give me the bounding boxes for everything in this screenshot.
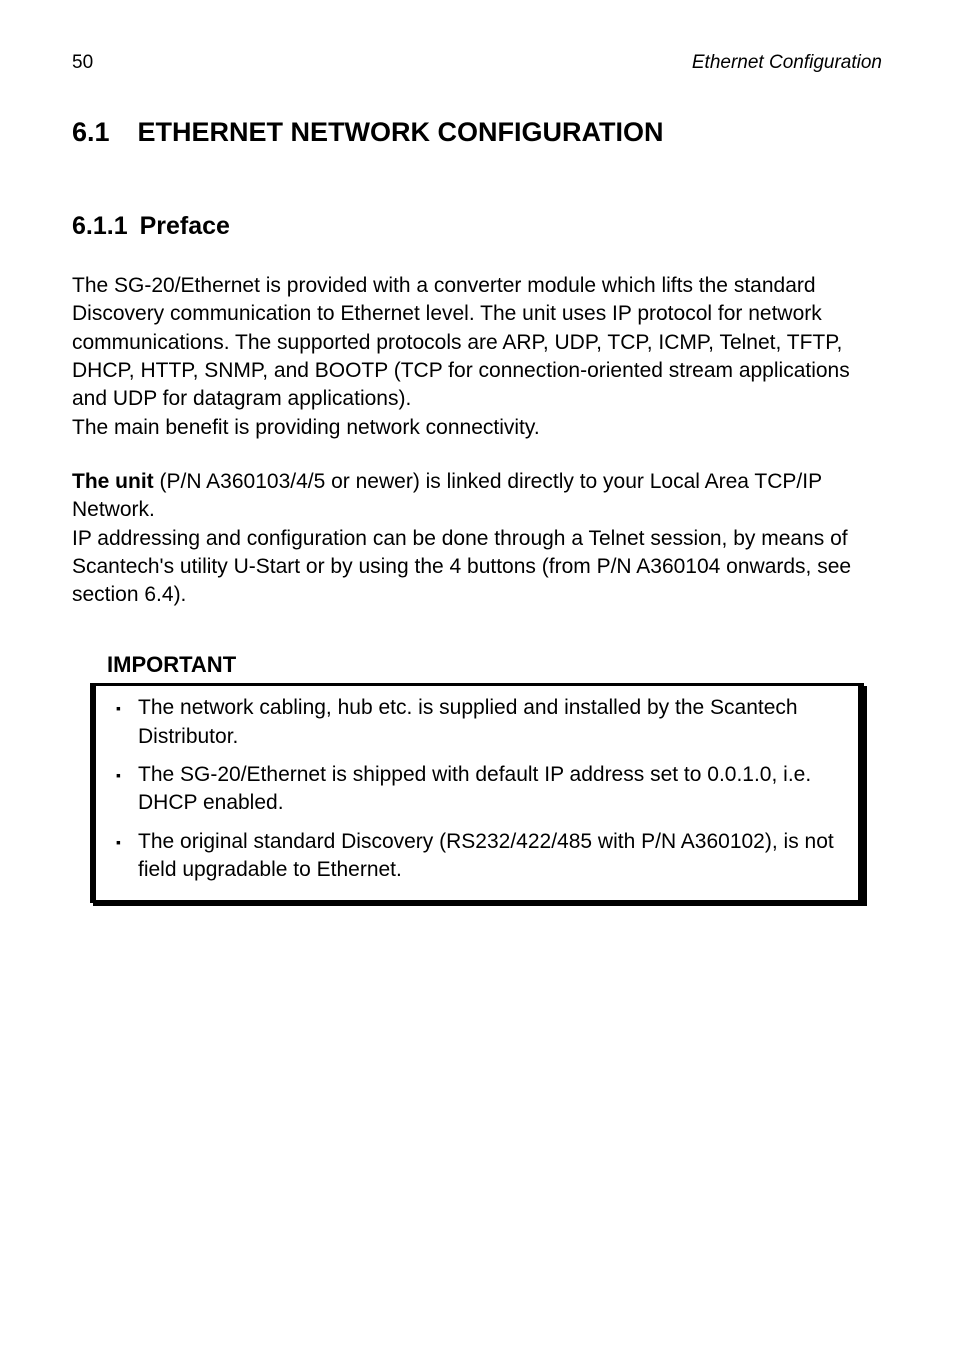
paragraph-2-bold: The unit: [72, 470, 154, 493]
running-title: Ethernet Configuration: [692, 50, 882, 76]
section-heading-2: 6.1.1 Preface: [72, 210, 882, 244]
paragraph-1: The SG-20/Ethernet is provided with a co…: [72, 272, 882, 442]
page-header: 50 Ethernet Configuration: [72, 50, 882, 76]
list-item: The network cabling, hub etc. is supplie…: [114, 694, 840, 751]
paragraph-2-rest: (P/N A360103/4/5 or newer) is linked dir…: [72, 470, 822, 521]
paragraph-1b-text: The main benefit is providing network co…: [72, 416, 540, 439]
section-heading-1: 6.1 ETHERNET NETWORK CONFIGURATION: [72, 114, 882, 150]
h2-title: Preface: [140, 212, 230, 240]
paragraph-1-text: The SG-20/Ethernet is provided with a co…: [72, 274, 850, 410]
list-item: The SG-20/Ethernet is shipped with defau…: [114, 761, 840, 818]
h2-number: 6.1.1: [72, 212, 128, 240]
h1-title: ETHERNET NETWORK CONFIGURATION: [138, 117, 664, 147]
h1-number: 6.1: [72, 117, 110, 147]
paragraph-2: The unit (P/N A360103/4/5 or newer) is l…: [72, 468, 882, 610]
important-list: The network cabling, hub etc. is supplie…: [114, 694, 840, 884]
page-number: 50: [72, 50, 93, 76]
important-label: IMPORTANT: [107, 650, 882, 680]
list-item: The original standard Discovery (RS232/4…: [114, 828, 840, 885]
important-box: The network cabling, hub etc. is supplie…: [90, 683, 864, 903]
paragraph-2b-text: IP addressing and configuration can be d…: [72, 527, 851, 607]
